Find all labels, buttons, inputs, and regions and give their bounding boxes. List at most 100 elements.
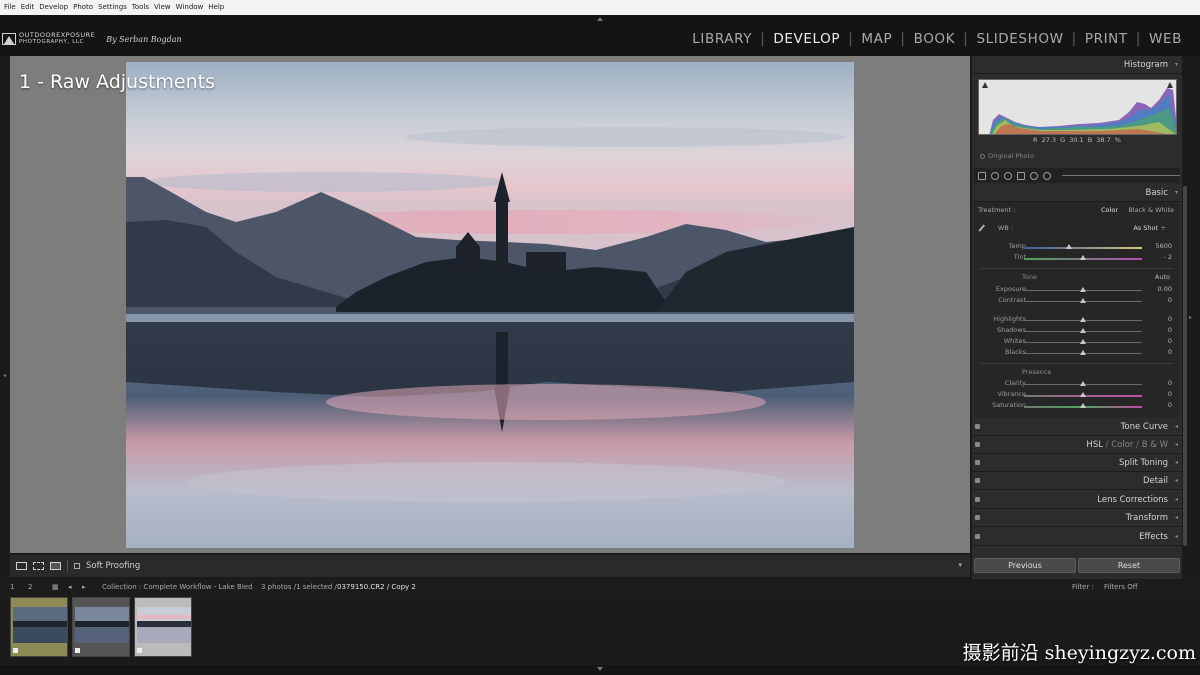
selected-filename[interactable]: 0379150.CR2 / Copy 2 [337, 583, 416, 591]
slider-tint-track[interactable] [1024, 255, 1142, 260]
panel-switch-icon[interactable] [975, 478, 980, 483]
collapse-filmstrip-icon[interactable] [597, 667, 603, 671]
slider-contrast-thumb[interactable] [1080, 298, 1086, 303]
slider-highlights-thumb[interactable] [1080, 317, 1086, 322]
main-photo[interactable] [126, 62, 854, 548]
slider-contrast-track[interactable] [1024, 298, 1142, 303]
split-toning-header[interactable]: Split Toning ◂ [972, 454, 1182, 472]
slider-vibrance-value[interactable]: 0 [1168, 390, 1172, 398]
slider-clarity[interactable]: Clarity 0 [974, 379, 1180, 390]
before-after-icon[interactable] [33, 562, 44, 570]
slider-exposure-track[interactable] [1024, 287, 1142, 292]
slider-whites-thumb[interactable] [1080, 339, 1086, 344]
radial-filter-icon[interactable] [1029, 171, 1038, 180]
slider-shadows-thumb[interactable] [1080, 328, 1086, 333]
slider-whites-value[interactable]: 0 [1168, 337, 1172, 345]
slider-blacks-thumb[interactable] [1080, 350, 1086, 355]
slider-vibrance[interactable]: Vibrance 0 [974, 390, 1180, 401]
menu-photo[interactable]: Photo [73, 0, 93, 15]
collapse-triangle-icon[interactable]: ▾ [1175, 56, 1178, 74]
slider-tint-value[interactable]: - 2 [1163, 253, 1172, 261]
original-photo-radio-icon[interactable] [980, 153, 985, 159]
slider-temp-track[interactable] [1024, 244, 1142, 249]
spot-removal-icon[interactable] [990, 171, 999, 180]
toolbar-content-dropdown-icon[interactable]: ▾ [958, 561, 962, 569]
slider-tint-thumb[interactable] [1080, 255, 1086, 260]
forward-arrow-icon[interactable]: ▸ [82, 583, 86, 591]
slider-temp-thumb[interactable] [1065, 244, 1072, 249]
tool-amount-slider[interactable] [1061, 175, 1180, 176]
menu-help[interactable]: Help [208, 0, 224, 15]
effects-header[interactable]: Effects ◂ [972, 528, 1182, 546]
before-after-split-icon[interactable] [50, 562, 61, 570]
slider-contrast-value[interactable]: 0 [1168, 296, 1172, 304]
tone-curve-header[interactable]: Tone Curve ◂ [972, 418, 1182, 436]
wb-dropdown-icon[interactable]: ÷ [1161, 224, 1166, 232]
expand-triangle-icon[interactable]: ◂ [1175, 418, 1178, 436]
slider-saturation-track[interactable] [1024, 403, 1142, 408]
hsl-tab[interactable]: HSL [1086, 440, 1103, 450]
collection-source[interactable]: Collection : Complete Workflow - Lake Bl… [102, 583, 253, 591]
tab-library[interactable]: LIBRARY [684, 31, 760, 47]
graduated-filter-icon[interactable] [1016, 171, 1025, 180]
expand-left-panel-icon[interactable]: ◂ [3, 372, 6, 379]
slider-vibrance-track[interactable] [1024, 392, 1142, 397]
slider-saturation[interactable]: Saturation 0 [974, 401, 1180, 412]
menu-settings[interactable]: Settings [98, 0, 127, 15]
panel-switch-icon[interactable] [975, 442, 980, 447]
collapse-right-panel-icon[interactable]: ▸ [1189, 314, 1192, 321]
panel-switch-icon[interactable] [975, 424, 980, 429]
menu-file[interactable]: File [4, 0, 16, 15]
monitor-2-button[interactable]: 2 [28, 583, 32, 591]
tab-develop[interactable]: DEVELOP [765, 31, 848, 47]
menu-view[interactable]: View [154, 0, 171, 15]
treatment-bw-option[interactable]: Black & White [1128, 206, 1174, 214]
wb-select[interactable]: As Shot [1133, 224, 1158, 232]
slider-highlights[interactable]: Highlights 0 [974, 315, 1180, 326]
slider-exposure-thumb[interactable] [1080, 287, 1086, 292]
previous-button[interactable]: Previous [974, 558, 1076, 573]
slider-shadows-value[interactable]: 0 [1168, 326, 1172, 334]
tab-print[interactable]: PRINT [1077, 31, 1136, 47]
filter-select[interactable]: Filters Off [1104, 583, 1138, 591]
left-panel-collapsed[interactable]: ◂ [0, 56, 10, 579]
slider-blacks-value[interactable]: 0 [1168, 348, 1172, 356]
original-photo-toggle[interactable]: Original Photo [980, 152, 1034, 160]
loupe-view[interactable]: 1 - Raw Adjustments [10, 56, 970, 553]
menu-develop[interactable]: Develop [39, 0, 68, 15]
histogram-display[interactable] [978, 79, 1177, 135]
slider-clarity-track[interactable] [1024, 381, 1142, 386]
basic-panel-header[interactable]: Basic ▾ [972, 184, 1182, 202]
slider-blacks[interactable]: Blacks 0 [974, 348, 1180, 359]
filmstrip-thumbnail[interactable] [10, 597, 68, 657]
soft-proofing-checkbox[interactable] [74, 563, 80, 569]
menu-window[interactable]: Window [176, 0, 204, 15]
slider-saturation-thumb[interactable] [1080, 403, 1086, 408]
filmstrip-thumbnail-selected[interactable] [134, 597, 192, 657]
slider-exposure[interactable]: Exposure 0.00 [974, 285, 1180, 296]
slider-blacks-track[interactable] [1024, 350, 1142, 355]
tab-slideshow[interactable]: SLIDESHOW [968, 31, 1071, 47]
monitor-1-button[interactable]: 1 [10, 583, 14, 591]
slider-tint[interactable]: Tint - 2 [974, 253, 1180, 264]
slider-exposure-value[interactable]: 0.00 [1158, 285, 1172, 293]
right-panel-edge[interactable]: ▸ [1182, 56, 1200, 579]
loupe-view-icon[interactable] [16, 562, 27, 570]
expand-triangle-icon[interactable]: ◂ [1175, 472, 1178, 490]
expand-triangle-icon[interactable]: ◂ [1175, 528, 1178, 546]
tab-web[interactable]: WEB [1141, 31, 1190, 47]
hsl-header[interactable]: HSL / Color / B & W ◂ [972, 436, 1182, 454]
slider-clarity-value[interactable]: 0 [1168, 379, 1172, 387]
detail-header[interactable]: Detail ◂ [972, 472, 1182, 490]
panel-switch-icon[interactable] [975, 497, 980, 502]
bottom-panel-edge[interactable] [0, 665, 1200, 675]
reset-button[interactable]: Reset [1078, 558, 1180, 573]
menu-edit[interactable]: Edit [21, 0, 35, 15]
collapse-triangle-icon[interactable]: ▾ [1175, 184, 1178, 202]
panel-switch-icon[interactable] [975, 534, 980, 539]
expand-triangle-icon[interactable]: ◂ [1175, 454, 1178, 472]
filmstrip-thumbnail[interactable] [72, 597, 130, 657]
panel-switch-icon[interactable] [975, 515, 980, 520]
treatment-color-option[interactable]: Color [1101, 206, 1118, 214]
slider-whites[interactable]: Whites 0 [974, 337, 1180, 348]
